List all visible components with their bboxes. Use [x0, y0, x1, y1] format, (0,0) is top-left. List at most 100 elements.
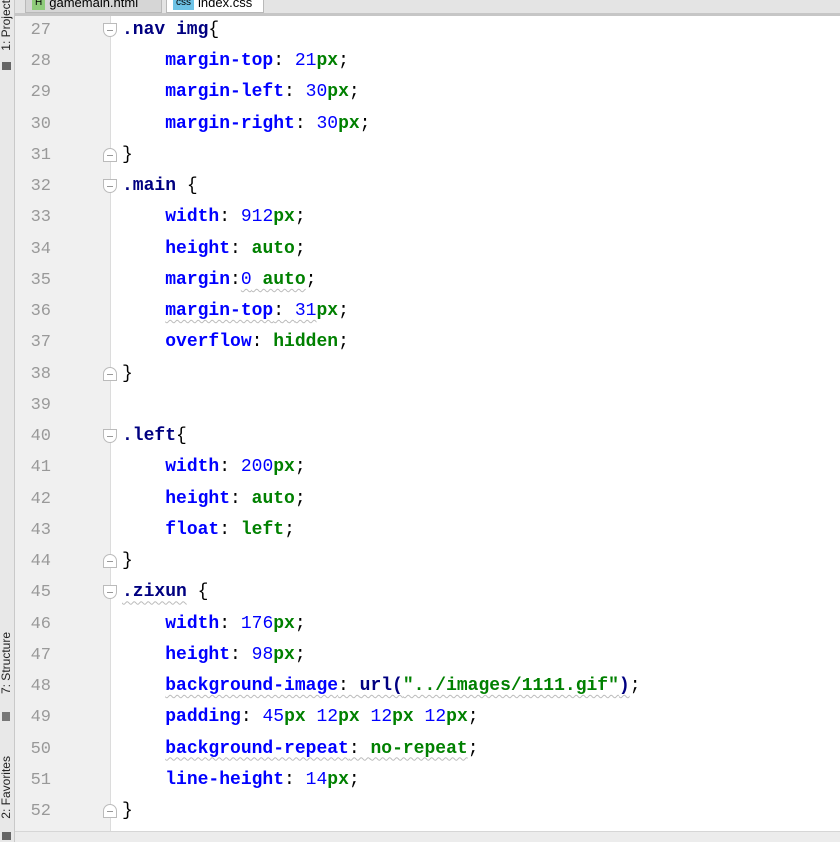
code-line[interactable]: 46 width: 176px;: [0, 609, 840, 640]
code-text: width: 200px;: [122, 452, 305, 483]
code-token: 12: [370, 707, 393, 728]
code-text: height: auto;: [122, 234, 305, 265]
code-line[interactable]: 43 float: left;: [0, 515, 840, 546]
code-line[interactable]: 50 background-repeat: no-repeat;: [0, 734, 840, 765]
tab-gamemain-html[interactable]: Hgamemain.html: [25, 0, 162, 13]
code-text: width: 176px;: [122, 609, 305, 640]
code-text: .nav img{: [122, 15, 219, 46]
code-line[interactable]: 42 height: auto;: [0, 484, 840, 515]
code-token: ;: [305, 269, 317, 290]
code-text: .main {: [122, 171, 198, 202]
code-line[interactable]: 37 overflow: hidden;: [0, 327, 840, 358]
line-number: 38: [30, 364, 51, 384]
code-token: px: [316, 51, 339, 72]
code-token: px: [327, 82, 349, 103]
code-line[interactable]: 32 .main {: [0, 171, 840, 202]
code-line[interactable]: 30 margin-right: 30px;: [0, 109, 840, 140]
code-line[interactable]: 29 margin-left: 30px;: [0, 77, 840, 108]
code-token: ;: [284, 519, 295, 540]
code-text: background-repeat: no-repeat;: [122, 734, 478, 765]
fold-toggle-icon[interactable]: [103, 147, 117, 162]
code-line[interactable]: 27 .nav img{: [0, 15, 840, 46]
code-token: background-image: [165, 676, 339, 697]
code-token: {: [186, 176, 198, 197]
code-token: px: [446, 707, 468, 728]
line-number: 42: [30, 489, 51, 509]
fold-toggle-icon[interactable]: [103, 554, 117, 569]
code-token: 21: [294, 51, 317, 72]
code-text: overflow: hidden;: [122, 327, 349, 358]
fold-toggle-icon[interactable]: [103, 804, 117, 818]
code-token: :: [348, 738, 371, 759]
code-line[interactable]: 35 margin:0 auto;: [0, 265, 840, 296]
tab-index-css[interactable]: css index.css: [166, 0, 264, 13]
fold-toggle-icon[interactable]: [103, 179, 117, 194]
code-token: padding: [165, 707, 241, 728]
code-token: hidden: [273, 332, 339, 353]
editor-tab-bar: Hgamemain.html css index.css: [15, 0, 840, 16]
code-token: auto: [251, 488, 295, 509]
code-token: 45: [262, 707, 285, 728]
code-token: url(: [359, 676, 403, 697]
code-line[interactable]: 36 margin-top: 31px;: [0, 296, 840, 327]
code-token: ;: [348, 82, 360, 103]
code-token: px: [338, 113, 360, 134]
line-number: 30: [30, 114, 51, 134]
code-token: ;: [338, 51, 349, 72]
code-line[interactable]: 47 height: 98px;: [0, 640, 840, 671]
line-number: 44: [30, 552, 51, 572]
code-line[interactable]: 31}: [0, 140, 840, 171]
code-token: px: [273, 207, 295, 228]
code-text: margin-top: 21px;: [122, 46, 349, 77]
code-token: :: [240, 707, 263, 728]
code-token: width: [165, 207, 220, 228]
line-number: 40: [30, 427, 51, 447]
code-token: ;: [338, 301, 349, 322]
code-line[interactable]: 49 padding: 45px 12px 12px 12px;: [0, 702, 840, 733]
code-line[interactable]: 45 .zixun {: [0, 577, 840, 608]
code-text: margin-right: 30px;: [122, 109, 370, 140]
code-line[interactable]: 34 height: auto;: [0, 234, 840, 265]
code-token: 14: [305, 769, 328, 790]
code-line[interactable]: 51 line-height: 14px;: [0, 765, 840, 796]
code-line[interactable]: 52}: [0, 796, 840, 827]
line-number: 51: [30, 770, 51, 790]
fold-toggle-icon[interactable]: [103, 585, 117, 600]
code-token: 30: [305, 82, 328, 103]
code-line[interactable]: 38}: [0, 359, 840, 390]
code-text: }: [122, 796, 133, 827]
code-line[interactable]: 28 margin-top: 21px;: [0, 46, 840, 77]
code-line[interactable]: 40 .left{: [0, 421, 840, 452]
fold-toggle-icon[interactable]: [103, 366, 117, 381]
code-line[interactable]: 41 width: 200px;: [0, 452, 840, 483]
code-token: "../images/1111.gif": [402, 676, 619, 697]
fold-toggle-icon[interactable]: [103, 23, 117, 37]
code-token: 30: [316, 113, 339, 134]
code-token: :: [219, 457, 241, 478]
code-token: :: [273, 51, 295, 72]
tab-label: index.css: [198, 0, 253, 10]
code-token: px: [316, 301, 339, 322]
code-token: overflow: [165, 332, 252, 353]
code-token: margin-top: [165, 51, 274, 72]
code-line[interactable]: 48 background-image: url("../images/1111…: [0, 671, 840, 702]
code-token: :: [219, 207, 241, 228]
horizontal-scrollbar[interactable]: [15, 831, 840, 842]
code-text: margin-left: 30px;: [122, 77, 360, 108]
code-token: 912: [240, 207, 274, 228]
code-line[interactable]: 39: [0, 390, 840, 421]
fold-toggle-icon[interactable]: [103, 429, 117, 444]
code-text: height: auto;: [122, 484, 305, 515]
code-text: float: left;: [122, 515, 295, 546]
code-text: width: 912px;: [122, 202, 305, 233]
code-line[interactable]: 44}: [0, 546, 840, 577]
code-line[interactable]: 33 width: 912px;: [0, 202, 840, 233]
line-number: 47: [30, 645, 51, 665]
